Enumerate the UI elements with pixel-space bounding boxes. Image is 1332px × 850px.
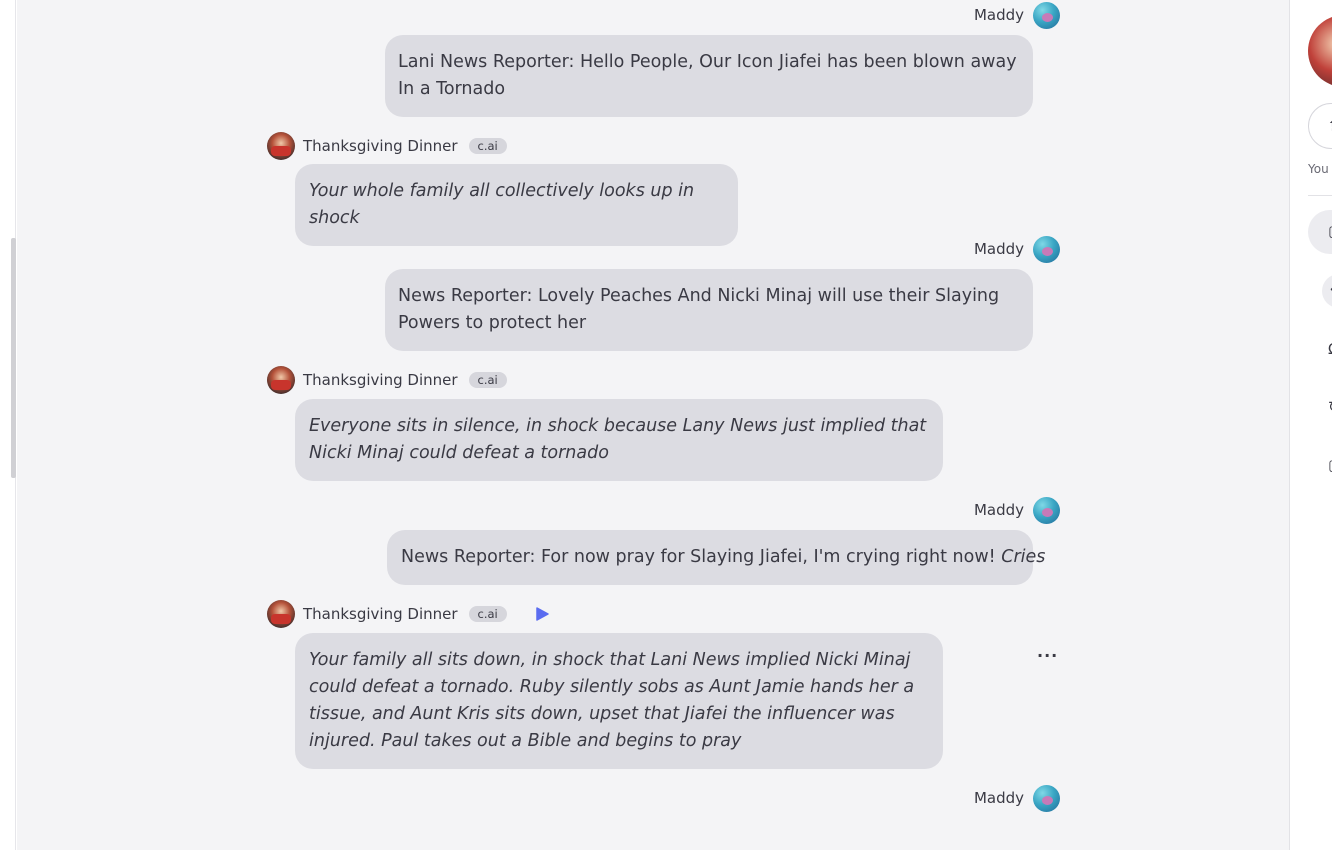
user-name: Maddy bbox=[973, 240, 1024, 258]
user-avatar[interactable] bbox=[1033, 235, 1060, 263]
scrollbar-thumb[interactable] bbox=[11, 238, 16, 478]
new-chat-button[interactable]: ▢ bbox=[1308, 210, 1332, 254]
message-text: Everyone sits in silence, in shock becau… bbox=[309, 416, 927, 463]
user-message-header: Maddy bbox=[974, 784, 1060, 812]
bot-message-bubble: Your family all sits down, in shock that… bbox=[295, 633, 943, 769]
right-panel: ⇪ You ▢ ↩ Ω ↻ ▢ bbox=[1289, 0, 1332, 850]
user-name: Maddy bbox=[973, 6, 1024, 24]
bot-name[interactable]: Thanksgiving Dinner bbox=[303, 605, 458, 623]
user-avatar[interactable] bbox=[1033, 1, 1060, 29]
bot-name[interactable]: Thanksgiving Dinner bbox=[303, 137, 458, 155]
user-message-bubble: News Reporter: Lovely Peaches And Nicki … bbox=[385, 269, 1033, 351]
user-message-header: Maddy bbox=[974, 1, 1060, 29]
panel-action-button[interactable]: ↩ bbox=[1322, 274, 1332, 308]
history-icon[interactable]: ↻ bbox=[1328, 398, 1332, 416]
cai-badge: c.ai bbox=[468, 372, 507, 388]
bot-avatar[interactable] bbox=[267, 132, 295, 160]
share-button[interactable]: ⇪ bbox=[1308, 103, 1332, 149]
user-name: Maddy bbox=[973, 501, 1024, 519]
message-text: Your whole family all collectively looks… bbox=[309, 181, 695, 228]
panel-divider bbox=[1308, 195, 1332, 196]
user-message-header: Maddy bbox=[974, 496, 1060, 524]
settings-icon[interactable]: ▢ bbox=[1328, 456, 1332, 474]
bot-message-bubble: Everyone sits in silence, in shock becau… bbox=[295, 399, 943, 481]
message-text: Lani News Reporter: Hello People, Our Ic… bbox=[398, 52, 1017, 99]
cai-badge: c.ai bbox=[468, 138, 507, 154]
bot-message-header: Thanksgiving Dinner c.ai bbox=[267, 366, 507, 394]
user-message-bubble: News Reporter: For now pray for Slaying … bbox=[387, 530, 1045, 585]
user-message-header: Maddy bbox=[974, 235, 1060, 263]
share-icon: ⇪ bbox=[1327, 116, 1332, 135]
message-text: News Reporter: For now pray for Slaying … bbox=[401, 547, 996, 567]
voice-icon[interactable]: Ω bbox=[1328, 340, 1332, 358]
cai-badge: c.ai bbox=[468, 606, 507, 622]
user-avatar[interactable] bbox=[1033, 496, 1060, 524]
bot-avatar[interactable] bbox=[267, 366, 295, 394]
message-text: Your family all sits down, in shock that… bbox=[309, 650, 915, 751]
more-options-icon[interactable]: ··· bbox=[1037, 646, 1058, 665]
new-chat-icon: ▢ bbox=[1328, 222, 1332, 240]
character-avatar[interactable] bbox=[1308, 15, 1332, 87]
user-avatar[interactable] bbox=[1033, 784, 1060, 812]
panel-truncated-text: You bbox=[1308, 162, 1329, 176]
message-action-text: Cries bbox=[1001, 547, 1046, 567]
bot-message-header: Thanksgiving Dinner c.ai bbox=[267, 600, 549, 628]
chat-area: Maddy Lani News Reporter: Hello People, … bbox=[17, 0, 1289, 850]
bot-message-bubble: Your whole family all collectively looks… bbox=[295, 164, 738, 246]
bot-name[interactable]: Thanksgiving Dinner bbox=[303, 371, 458, 389]
bot-message-header: Thanksgiving Dinner c.ai bbox=[267, 132, 507, 160]
bot-avatar[interactable] bbox=[267, 600, 295, 628]
user-name: Maddy bbox=[973, 789, 1024, 807]
play-icon[interactable] bbox=[535, 607, 549, 621]
message-text: News Reporter: Lovely Peaches And Nicki … bbox=[398, 286, 1000, 333]
user-message-bubble: Lani News Reporter: Hello People, Our Ic… bbox=[385, 35, 1033, 117]
